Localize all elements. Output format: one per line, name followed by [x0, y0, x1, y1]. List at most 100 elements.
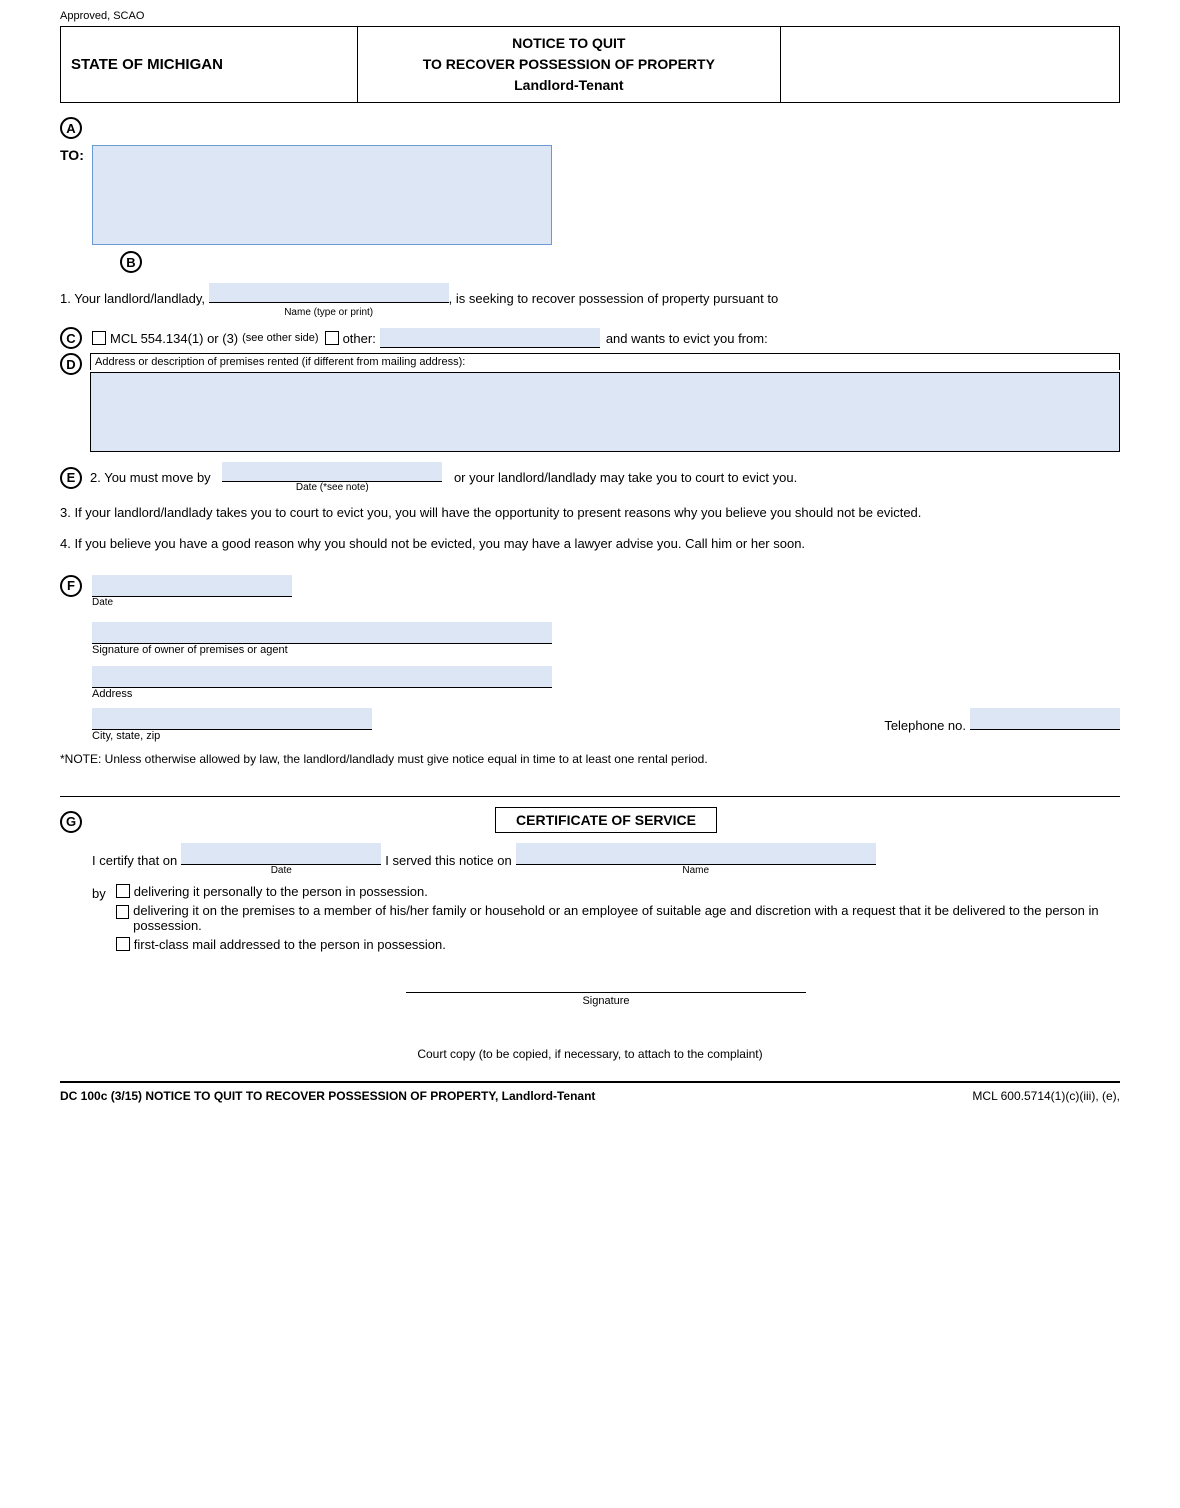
cert-name-label: Name [516, 865, 876, 876]
to-address-input[interactable] [92, 145, 552, 245]
footer-left-bold: DC 100c (3/15) NOTICE TO QUIT TO RECOVER… [60, 1089, 595, 1103]
cert-date-label: Date [181, 865, 381, 876]
section3-text: 3. If your landlord/landlady takes you t… [60, 505, 921, 520]
certify-row: I certify that on Date I served this not… [92, 843, 1120, 876]
sig-owner-label: Signature of owner of premises or agent [92, 644, 1120, 656]
delivery1-text: delivering it personally to the person i… [134, 884, 428, 899]
delivery1-item: delivering it personally to the person i… [116, 884, 1120, 899]
cert-name-group: Name [516, 843, 876, 876]
circle-f: F [60, 575, 82, 597]
sig-final-line [406, 992, 806, 993]
other-label: other: [343, 331, 376, 346]
header-right-cell [781, 27, 1120, 103]
circle-a: A [60, 117, 82, 139]
signature-label: Signature [406, 995, 806, 1007]
section-4: 4. If you believe you have a good reason… [60, 534, 1120, 555]
row-b: B [120, 251, 1120, 273]
address-row: Address [92, 666, 1120, 700]
name-label: Name (type or print) [209, 303, 449, 323]
other-checkbox-item: other: [325, 328, 600, 348]
date-field-group: Date [92, 575, 1120, 608]
page: Approved, SCAO STATE OF MICHIGAN NOTICE … [40, 0, 1140, 1123]
note-text: *NOTE: Unless otherwise allowed by law, … [60, 752, 1120, 766]
move-by-date-group: Date (*see note) [222, 462, 442, 493]
section-a-row: A [60, 117, 1120, 139]
address-label: Address [92, 688, 1120, 700]
delivery3-checkbox[interactable] [116, 937, 130, 951]
circle-c: C [60, 327, 82, 349]
mcl-checkbox-item: MCL 554.134(1) or (3) (see other side) [92, 331, 319, 346]
footer-left: DC 100c (3/15) NOTICE TO QUIT TO RECOVER… [60, 1089, 595, 1103]
certify-prefix: I certify that on [92, 853, 177, 868]
section-e: E 2. You must move by Date (*see note) o… [60, 462, 1120, 493]
telephone-label: Telephone no. [884, 718, 966, 733]
section1-prefix: 1. Your landlord/landlady, [60, 286, 205, 312]
by-row: by delivering it personally to the perso… [92, 884, 1120, 952]
section-f: F Date Signature of owner of premises or… [60, 575, 1120, 742]
mcl-checkbox[interactable] [92, 331, 106, 345]
section-1: 1. Your landlord/landlady, Name (type or… [60, 283, 1120, 323]
mcl-label: MCL 554.134(1) or (3) [110, 331, 238, 346]
approved-text: Approved, SCAO [60, 10, 1120, 22]
title-line3: Landlord-Tenant [514, 77, 623, 93]
section4-text: 4. If you believe you have a good reason… [60, 536, 805, 551]
final-sig-container: Signature [406, 992, 806, 1007]
to-row: TO: [60, 145, 1120, 245]
section-f-content: Date Signature of owner of premises or a… [92, 575, 1120, 742]
footer-right: MCL 600.5714(1)(c)(iii), (e), [972, 1089, 1120, 1103]
address-input[interactable] [92, 666, 552, 688]
city-tel-row: City, state, zip Telephone no. [92, 708, 1120, 742]
delivery1-checkbox[interactable] [116, 884, 130, 898]
section2-suffix: or your landlord/landlady may take you t… [454, 470, 797, 485]
name-field-group: Name (type or print) [209, 283, 449, 323]
cert-date-input[interactable] [181, 843, 381, 865]
other-checkbox[interactable] [325, 331, 339, 345]
section-a: A TO: B [60, 117, 1120, 273]
section1-suffix: , is seeking to recover possession of pr… [449, 286, 779, 312]
delivery2-text: delivering it on the premises to a membe… [133, 903, 1120, 933]
delivery2-checkbox[interactable] [116, 905, 129, 919]
court-copy: Court copy (to be copied, if necessary, … [60, 1047, 1120, 1061]
section-d-container: Address or description of premises rente… [90, 353, 1120, 452]
by-options: delivering it personally to the person i… [116, 884, 1120, 952]
delivery2-item: delivering it on the premises to a membe… [116, 903, 1120, 933]
state-cell: STATE OF MICHIGAN [61, 27, 358, 103]
cert-date-group: Date [181, 843, 381, 876]
title-line2: TO RECOVER POSSESSION OF PROPERTY [423, 56, 715, 72]
circle-e: E [60, 467, 82, 489]
circle-d: D [60, 353, 82, 375]
landlord-name-input[interactable] [209, 283, 449, 303]
section-c: C MCL 554.134(1) or (3) (see other side)… [60, 327, 1120, 349]
footer-bar: DC 100c (3/15) NOTICE TO QUIT TO RECOVER… [60, 1081, 1120, 1103]
sig-owner-input[interactable] [92, 622, 552, 644]
delivery3-text: first-class mail addressed to the person… [134, 937, 446, 952]
date-note-label: Date (*see note) [222, 482, 442, 493]
circle-g: G [60, 811, 82, 833]
date-input[interactable] [92, 575, 292, 597]
tel-group: Telephone no. [884, 708, 1120, 742]
city-label: City, state, zip [92, 730, 854, 742]
city-input[interactable] [92, 708, 372, 730]
sig-owner-row: Signature of owner of premises or agent [92, 622, 1120, 656]
to-label: TO: [60, 147, 84, 163]
date-label: Date [92, 597, 292, 608]
telephone-input[interactable] [970, 708, 1120, 730]
cert-title-row: CERTIFICATE OF SERVICE [92, 807, 1120, 833]
certificate-section: G CERTIFICATE OF SERVICE I certify that … [60, 796, 1120, 1007]
and-evict-label: and wants to evict you from: [606, 331, 768, 346]
cert-name-input[interactable] [516, 843, 876, 865]
section-d-input[interactable] [90, 372, 1120, 452]
state-label: STATE OF MICHIGAN [71, 56, 223, 73]
tel-row: Telephone no. [884, 708, 1120, 733]
cert-with-g: G CERTIFICATE OF SERVICE I certify that … [60, 807, 1120, 1007]
move-by-date-input[interactable] [222, 462, 442, 482]
other-input[interactable] [380, 328, 600, 348]
certify-middle: I served this notice on [385, 853, 511, 868]
section-3: 3. If your landlord/landlady takes you t… [60, 503, 1120, 524]
city-group: City, state, zip [92, 708, 854, 742]
see-other-side: (see other side) [242, 332, 318, 344]
section2-prefix: 2. You must move by [90, 470, 211, 485]
delivery3-item: first-class mail addressed to the person… [116, 937, 1120, 952]
cert-content: CERTIFICATE OF SERVICE I certify that on… [92, 807, 1120, 1007]
circle-b: B [120, 251, 142, 273]
